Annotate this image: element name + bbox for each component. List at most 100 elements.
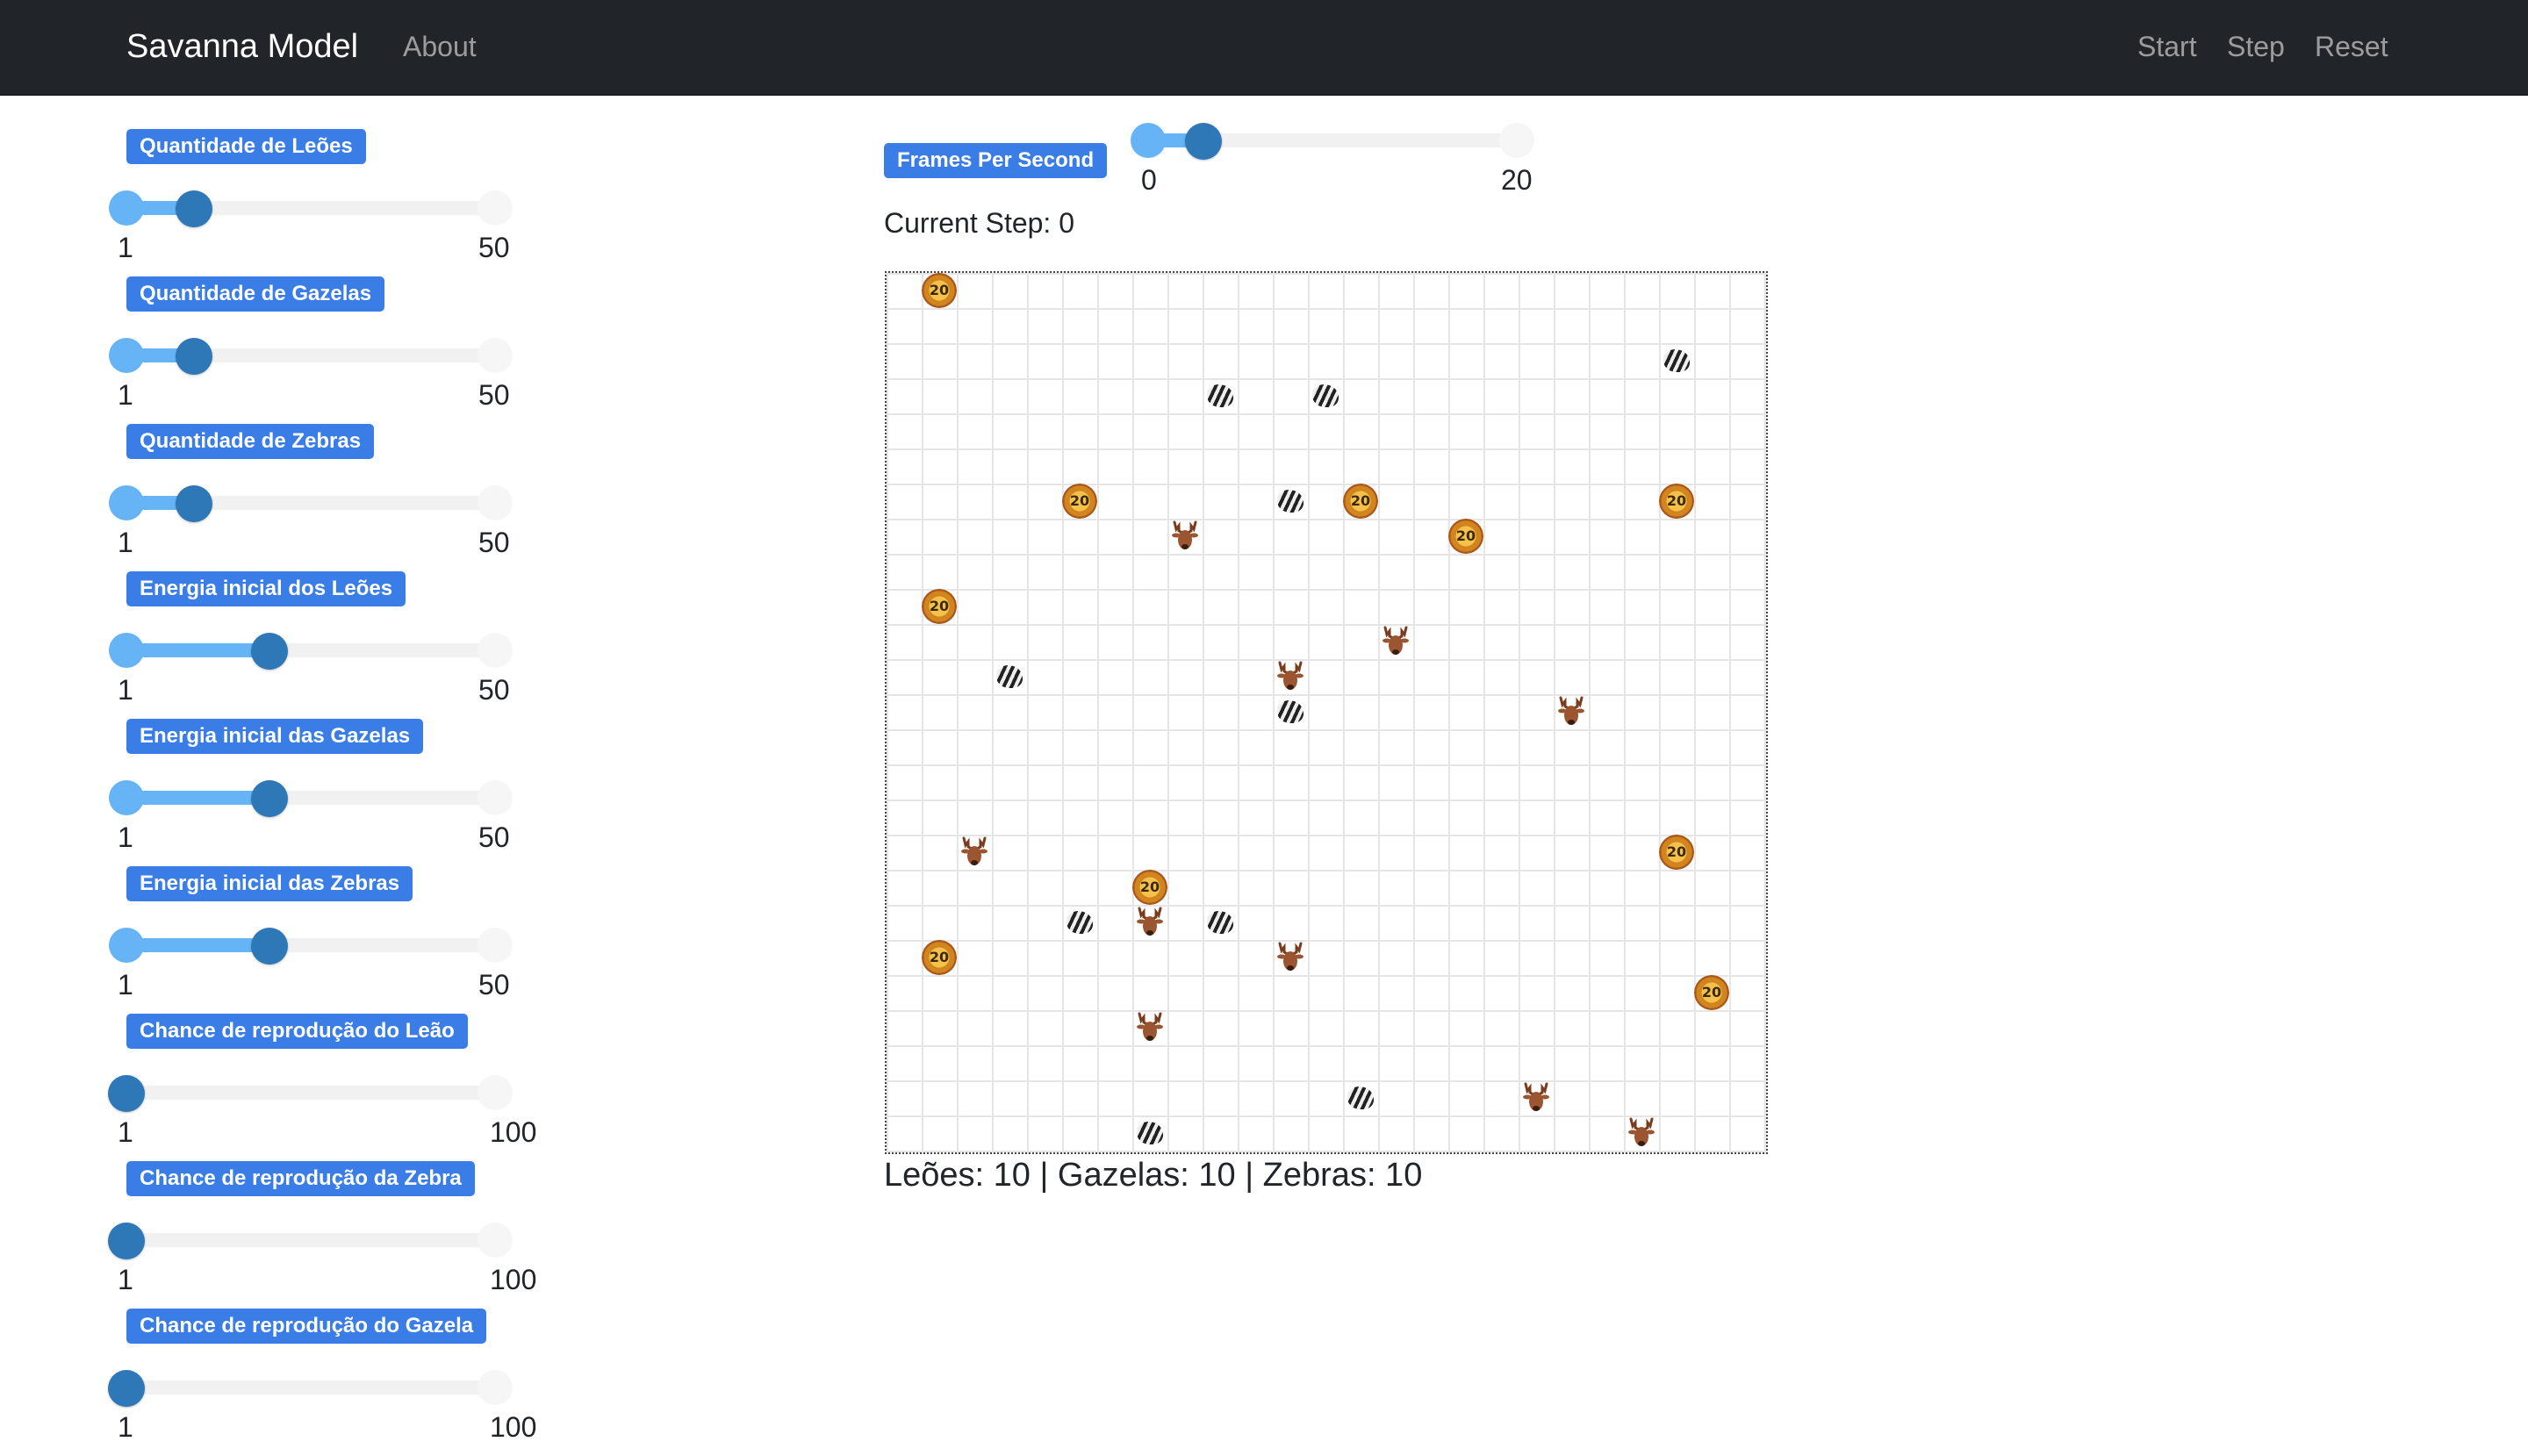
- fps-max-label: 20: [1501, 164, 1533, 196]
- slider-handle[interactable]: [250, 780, 288, 817]
- fps-slider-handle[interactable]: [1185, 123, 1222, 160]
- slider-max-handle: [478, 338, 513, 373]
- zebra-icon: [1312, 384, 1339, 407]
- slider-min-handle: [109, 780, 144, 815]
- slider-fill: [126, 643, 269, 657]
- zebra-icon: [1347, 1087, 1374, 1109]
- slider-min-label: 1: [118, 674, 133, 706]
- param-slider[interactable]: [109, 485, 513, 522]
- slider-min-label: 1: [118, 527, 133, 558]
- zebra-icon: [1207, 911, 1233, 934]
- slider-max-handle: [478, 485, 513, 520]
- param-slider[interactable]: [109, 780, 513, 817]
- gazelle-icon: [1519, 1080, 1554, 1115]
- slider-min-handle: [109, 338, 144, 373]
- slider-max-label: 50: [478, 674, 510, 706]
- zebra-icon: [1277, 490, 1304, 513]
- lion-icon: [1062, 484, 1097, 519]
- slider-min-handle: [109, 485, 144, 520]
- slider-handle[interactable]: [250, 928, 288, 965]
- zebra-icon: [1207, 384, 1233, 407]
- slider-max-label: 100: [490, 1264, 537, 1295]
- param-label: Chance de reprodução do Gazela: [126, 1309, 487, 1344]
- nav-link-about[interactable]: About: [403, 26, 477, 67]
- navbar: Savanna Model About Start Step Reset: [0, 0, 2528, 96]
- zebra-icon: [1663, 349, 1690, 372]
- gazelle-icon: [1132, 1010, 1167, 1045]
- lion-icon: [1694, 975, 1729, 1010]
- slider-handle[interactable]: [176, 338, 213, 375]
- gazelle-icon: [1132, 905, 1167, 940]
- param-group: Chance de reprodução do Leão 1 100: [0, 1014, 614, 1161]
- slider-min-label: 1: [118, 1411, 133, 1443]
- param-slider[interactable]: [109, 338, 513, 375]
- param-slider[interactable]: [108, 1370, 513, 1407]
- slider-min-handle: [109, 190, 144, 226]
- slider-max-handle: [478, 1223, 513, 1258]
- gazelle-icon: [1273, 659, 1308, 694]
- lion-icon: [1343, 484, 1378, 519]
- slider-handle[interactable]: [176, 485, 213, 522]
- gazelle-icon: [1273, 940, 1308, 975]
- slider-handle[interactable]: [108, 1075, 145, 1112]
- slider-fill: [126, 938, 269, 952]
- slider-max-handle: [478, 1075, 513, 1110]
- zebra-icon: [1277, 700, 1304, 723]
- reset-button[interactable]: Reset: [2315, 26, 2388, 67]
- param-group: Chance de reprodução do Gazela 1 100: [0, 1309, 614, 1456]
- slider-max-label: 50: [478, 232, 510, 263]
- param-slider[interactable]: [109, 633, 513, 670]
- population-counts: Leões: 10 | Gazelas: 10 | Zebras: 10: [884, 1157, 1423, 1194]
- gazelle-icon: [1624, 1115, 1659, 1151]
- param-slider[interactable]: [109, 190, 513, 227]
- slider-max-label: 50: [478, 821, 510, 853]
- zebra-icon: [996, 665, 1023, 688]
- lion-icon: [1448, 519, 1483, 554]
- slider-max-handle: [478, 633, 513, 668]
- slider-max-handle: [478, 928, 513, 963]
- lion-icon: [922, 589, 957, 624]
- slider-max-label: 100: [490, 1116, 537, 1148]
- param-group: Quantidade de Gazelas 1 50: [0, 276, 614, 424]
- slider-min-label: 1: [118, 1116, 133, 1148]
- param-group: Quantidade de Leões 1 50: [0, 129, 614, 276]
- slider-track: [126, 1381, 495, 1395]
- slider-track: [126, 1086, 495, 1100]
- slider-max-label: 50: [478, 527, 510, 558]
- slider-min-label: 1: [118, 969, 133, 1001]
- fps-slider[interactable]: [1131, 123, 1534, 160]
- slider-max-label: 50: [478, 379, 510, 411]
- lion-icon: [1659, 484, 1694, 519]
- zebra-icon: [1066, 911, 1093, 934]
- param-slider[interactable]: [109, 928, 513, 965]
- param-group: Chance de reprodução da Zebra 1 100: [0, 1161, 614, 1309]
- param-label: Quantidade de Gazelas: [126, 276, 385, 312]
- brand-title[interactable]: Savanna Model: [126, 25, 358, 68]
- zebra-icon: [1137, 1122, 1163, 1144]
- slider-min-handle: [109, 633, 144, 668]
- fps-min-label: 0: [1141, 164, 1157, 196]
- param-label: Energia inicial das Zebras: [126, 866, 413, 901]
- param-slider[interactable]: [108, 1075, 513, 1112]
- param-group: Quantidade de Zebras 1 50: [0, 424, 614, 571]
- param-group: Energia inicial dos Leões 1 50: [0, 571, 614, 719]
- param-slider[interactable]: [108, 1223, 513, 1259]
- fps-label: Frames Per Second: [884, 143, 1108, 178]
- slider-track: [126, 1233, 495, 1247]
- param-label: Energia inicial das Gazelas: [126, 719, 424, 754]
- savanna-grid[interactable]: [885, 271, 1768, 1154]
- param-label: Energia inicial dos Leões: [126, 571, 406, 606]
- step-button[interactable]: Step: [2227, 26, 2285, 67]
- slider-handle[interactable]: [250, 633, 288, 670]
- slider-handle[interactable]: [108, 1223, 145, 1259]
- slider-min-label: 1: [118, 379, 133, 411]
- slider-min-label: 1: [118, 821, 133, 853]
- param-label: Quantidade de Zebras: [126, 424, 375, 459]
- start-button[interactable]: Start: [2137, 26, 2197, 67]
- slider-max-handle: [1499, 123, 1534, 158]
- slider-handle[interactable]: [108, 1370, 145, 1407]
- gazelle-icon: [1378, 624, 1413, 659]
- slider-handle[interactable]: [176, 190, 213, 227]
- lion-icon: [922, 273, 957, 308]
- param-label: Chance de reprodução da Zebra: [126, 1161, 475, 1196]
